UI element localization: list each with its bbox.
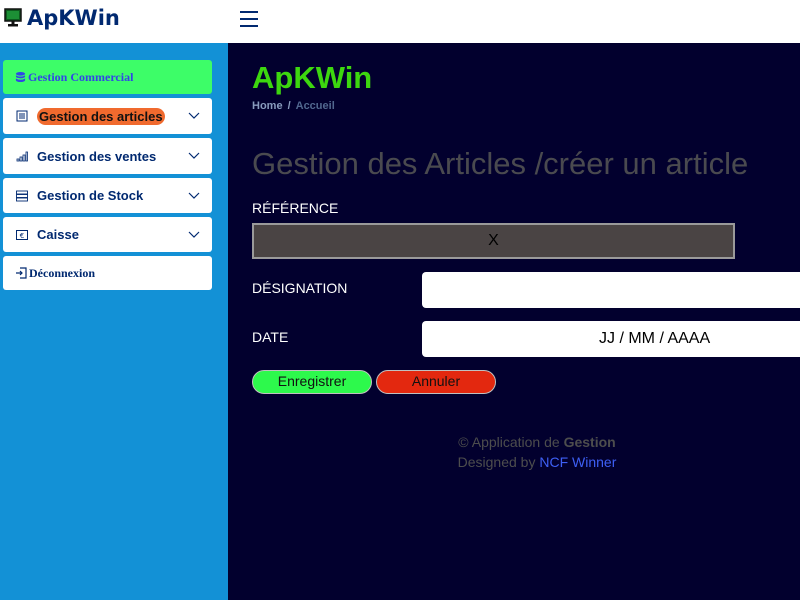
cash-icon: € [16,229,28,240]
hamburger-icon[interactable] [240,11,258,27]
date-label: DATE [252,329,289,345]
list-icon [16,110,28,122]
footer-copyright-prefix: © Application de [458,434,564,450]
date-placeholder: JJ / MM / AAAA [599,330,711,347]
sidebar: Gestion Commercial Gestion des articles … [0,43,228,600]
sidebar-item-gestion-commercial[interactable]: Gestion Commercial [3,60,212,94]
breadcrumb-home[interactable]: Home [252,100,283,112]
chevron-down-icon [188,152,200,159]
save-button[interactable]: Enregistrer [252,370,372,394]
breadcrumb: Home / Accueil [252,100,335,112]
top-header: ApKWin [0,0,800,43]
sidebar-item-label: Déconnexion [29,265,95,280]
brand[interactable]: ApKWin [4,6,120,30]
chevron-down-icon [188,112,200,119]
sidebar-item-gestion-des-articles[interactable]: Gestion des articles [3,98,212,134]
sidebar-item-gestion-de-stock[interactable]: Gestion de Stock [3,178,212,213]
footer-copyright-bold: Gestion [563,434,616,450]
brand-name: ApKWin [27,6,120,30]
main-content: ApKWin Home / Accueil Gestion des Articles… [228,43,800,600]
reference-field[interactable]: X [252,223,735,259]
database-icon [15,71,26,83]
section-title: Gestion des Articles /créer un article [252,146,749,181]
breadcrumb-current: Accueil [295,100,335,112]
bar-chart-icon [16,151,28,162]
chevron-down-icon [188,192,200,199]
monitor-logo-icon [4,8,22,27]
cancel-button[interactable]: Annuler [376,370,496,394]
logout-icon [16,267,27,279]
svg-text:€: € [20,232,24,240]
footer-designer-link[interactable]: NCF Winner [539,454,616,470]
page-title: ApKWin [252,60,373,95]
footer-copyright: © Application de Gestion [251,434,800,450]
footer-credits: Designed by NCF Winner [251,454,800,470]
sidebar-item-deconnexion[interactable]: Déconnexion [3,256,212,290]
reference-label: RÉFÉRENCE [252,200,339,216]
sidebar-item-caisse[interactable]: € Caisse [3,217,212,252]
date-field[interactable]: JJ / MM / AAAA [422,321,800,357]
sidebar-item-gestion-des-ventes[interactable]: Gestion des ventes [3,138,212,174]
sidebar-item-label: Gestion des ventes [37,148,157,164]
stock-icon [16,190,28,201]
breadcrumb-separator: / [287,100,291,112]
sidebar-item-label: Gestion de Stock [37,188,144,203]
designation-label: DÉSIGNATION [252,280,348,296]
sidebar-item-label: Caisse [37,227,79,242]
chevron-down-icon [188,231,200,238]
designation-field[interactable] [422,272,800,308]
footer-designed-prefix: Designed by [457,454,540,470]
sidebar-item-label: Gestion des articles [37,107,165,125]
sidebar-item-label: Gestion Commercial [28,69,134,84]
